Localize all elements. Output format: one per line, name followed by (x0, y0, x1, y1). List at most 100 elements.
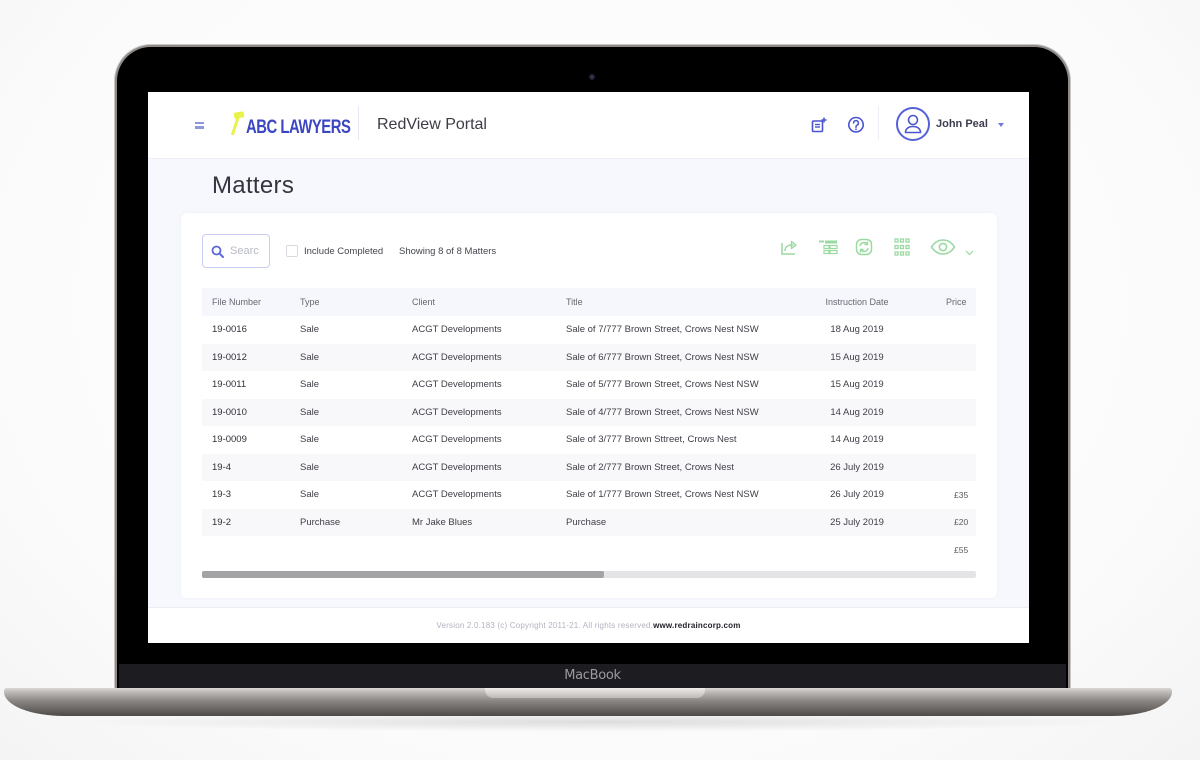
showing-count: Showing 8 of 8 Matters (399, 246, 497, 257)
total-price: £55 (954, 544, 969, 555)
matters-table: File Number Type Client Title Instructio… (202, 288, 976, 564)
laptop-notch (485, 688, 705, 698)
cell-instruction-date: 25 July 2019 (830, 516, 884, 528)
cell-client: ACGT Developments (412, 351, 502, 363)
include-completed-checkbox[interactable] (286, 245, 298, 257)
cell-client: Mr Jake Blues (412, 516, 473, 528)
cell-price: £35 (954, 489, 969, 500)
search-icon (211, 245, 224, 258)
camera-icon (589, 74, 595, 80)
cell-title: Sale of 2/777 Brown Street, Crows Nest (566, 461, 734, 473)
cell-file-number: 19-3 (212, 489, 232, 501)
search-input[interactable]: Searc (202, 234, 270, 268)
portal-title: RedView Portal (377, 116, 487, 133)
logo-text: ABC LAWYERS (246, 117, 351, 138)
caret-down-icon[interactable] (998, 123, 1004, 127)
cell-file-number: 19-4 (212, 461, 232, 473)
cell-instruction-date: 18 Aug 2019 (830, 324, 884, 336)
column-header-price[interactable]: Price (916, 297, 976, 307)
table-row[interactable]: 19-0016 Sale ACGT Developments Sale of 7/77… (202, 316, 976, 344)
device-brand-label: MacBook (564, 668, 621, 683)
cell-instruction-date: 26 July 2019 (830, 489, 884, 501)
column-header-title[interactable]: Title (566, 297, 798, 307)
cell-title: Sale of 4/777 Brown Street, Crows Nest N… (566, 406, 759, 418)
laptop-chin: MacBook (119, 664, 1066, 690)
column-header-client[interactable]: Client (412, 297, 566, 307)
laptop-base (4, 688, 1172, 716)
cell-type: Sale (300, 379, 320, 391)
matters-card: Searc Include Completed Showing 8 of 8 M… (181, 213, 997, 598)
table-row[interactable]: 19-0010 Sale ACGT Developments Sale of 4/77… (202, 398, 976, 426)
cell-title: Purchase (566, 516, 607, 528)
cell-type: Purchase (300, 516, 341, 528)
laptop-mockup: MacBook ABC LAWYERS RedView Portal John … (0, 0, 1200, 760)
table-row[interactable]: 19-3 Sale ACGT Developments Sale of 1/777 B… (202, 481, 976, 509)
new-note-icon[interactable] (808, 114, 830, 136)
column-header-file-number[interactable]: File Number (202, 297, 300, 307)
cell-file-number: 19-2 (212, 516, 232, 528)
cell-instruction-date: 14 Aug 2019 (830, 434, 884, 446)
view-dropdown-caret-icon[interactable] (965, 243, 974, 261)
cell-title: Sale of 5/777 Brown Street, Crows Nest N… (566, 379, 759, 391)
cell-type: Sale (300, 351, 320, 363)
eye-view-icon[interactable] (929, 236, 957, 258)
table-row[interactable]: 19-2 Purchase Mr Jake Blues Purchase 25 July… (202, 508, 976, 536)
page-title: Matters (212, 172, 295, 199)
cell-type: Sale (300, 406, 320, 418)
export-share-icon[interactable] (778, 236, 800, 258)
cell-file-number: 19-0010 (212, 406, 247, 418)
cell-instruction-date: 15 Aug 2019 (830, 379, 884, 391)
header-divider (358, 106, 359, 140)
user-avatar-icon[interactable] (896, 107, 930, 141)
grid-view-icon[interactable] (891, 236, 913, 258)
table-row[interactable]: 19-0011 Sale ACGT Developments Sale of 5/77… (202, 371, 976, 399)
cell-file-number: 19-0016 (212, 324, 247, 336)
cell-client: ACGT Developments (412, 434, 502, 446)
app-screen: ABC LAWYERS RedView Portal John Peal Mat… (148, 92, 1029, 643)
cell-type: Sale (300, 434, 320, 446)
cell-instruction-date: 26 July 2019 (830, 461, 884, 473)
gavel-icon (230, 110, 245, 140)
help-icon[interactable] (845, 114, 867, 136)
cell-title: Sale of 3/777 Brown Sttreet, Crows Nest (566, 434, 737, 446)
table-row[interactable]: 19-0009 Sale ACGT Developments Sale of 3/77… (202, 426, 976, 454)
app-footer: Version 2.0.183 (c) Copyright 2011-21. A… (148, 607, 1029, 643)
header-divider (878, 106, 879, 140)
cell-file-number: 19-0011 (212, 379, 247, 391)
footer-copyright: Version 2.0.183 (c) Copyright 2011-21. A… (436, 621, 654, 630)
cell-client: ACGT Developments (412, 406, 502, 418)
columns-layout-icon[interactable] (817, 236, 839, 258)
scrollbar-thumb[interactable] (202, 571, 605, 578)
search-placeholder: Searc (230, 245, 259, 257)
cell-client: ACGT Developments (412, 461, 502, 473)
cell-title: Sale of 6/777 Brown Street, Crows Nest N… (566, 351, 759, 363)
refresh-icon[interactable] (853, 236, 875, 258)
cell-title: Sale of 1/777 Brown Street, Crows Nest N… (566, 489, 759, 501)
cell-type: Sale (300, 489, 320, 501)
include-completed-label: Include Completed (304, 245, 384, 257)
cell-title: Sale of 7/777 Brown Street, Crows Nest N… (566, 324, 759, 336)
cell-instruction-date: 15 Aug 2019 (830, 351, 884, 363)
column-header-type[interactable]: Type (300, 297, 412, 307)
cell-file-number: 19-0012 (212, 351, 247, 363)
table-total-row: £55 (202, 536, 976, 564)
cell-client: ACGT Developments (412, 324, 502, 336)
horizontal-scrollbar[interactable] (202, 571, 976, 578)
cell-client: ACGT Developments (412, 379, 502, 391)
table-body: 19-0016 Sale ACGT Developments Sale of 7/77… (202, 316, 976, 536)
table-header: File Number Type Client Title Instructio… (202, 288, 976, 316)
hamburger-icon[interactable] (195, 122, 204, 129)
user-name[interactable]: John Peal (936, 118, 988, 130)
app-header: ABC LAWYERS RedView Portal John Peal (148, 92, 1029, 159)
table-row[interactable]: 19-0012 Sale ACGT Developments Sale of 6/77… (202, 343, 976, 371)
cell-price: £20 (954, 517, 969, 528)
include-completed-toggle[interactable]: Include Completed (286, 245, 383, 257)
cell-file-number: 19-0009 (212, 434, 247, 446)
cell-client: ACGT Developments (412, 489, 502, 501)
column-header-instruction-date[interactable]: Instruction Date (798, 297, 916, 307)
table-row[interactable]: 19-4 Sale ACGT Developments Sale of 2/777 B… (202, 453, 976, 481)
cell-type: Sale (300, 461, 320, 473)
cell-instruction-date: 14 Aug 2019 (830, 406, 884, 418)
cell-type: Sale (300, 324, 320, 336)
footer-link[interactable]: www.redraincorp.com (653, 621, 741, 630)
